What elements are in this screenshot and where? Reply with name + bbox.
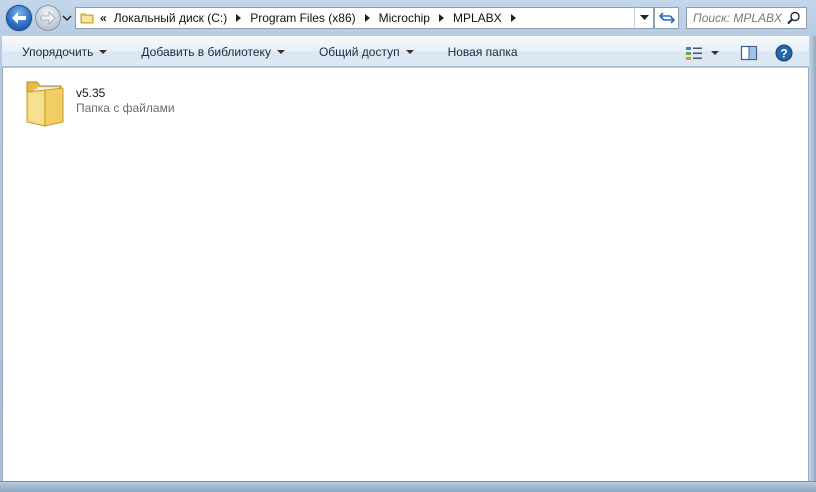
window-right-border	[809, 36, 816, 482]
folder-icon	[80, 13, 94, 24]
breadcrumb-microchip[interactable]: Microchip	[379, 11, 453, 25]
share-button[interactable]: Общий доступ	[299, 37, 428, 66]
breadcrumb-label: Microchip	[378, 11, 430, 25]
preview-pane-icon	[740, 45, 758, 60]
explorer-window: « Локальный диск (C:) Program Files (x86…	[0, 0, 816, 492]
navigation-bar: « Локальный диск (C:) Program Files (x86…	[0, 0, 816, 36]
refresh-button[interactable]	[654, 7, 679, 29]
breadcrumb-arrow-icon[interactable]	[438, 14, 444, 22]
chevron-down-icon	[276, 49, 285, 54]
command-bar: Упорядочить Добавить в библиотеку Общий …	[2, 36, 809, 67]
breadcrumb-overflow[interactable]: «	[100, 11, 107, 25]
chevron-down-icon	[405, 49, 414, 54]
add-to-library-label: Добавить в библиотеку	[141, 44, 271, 59]
breadcrumb-local-disk[interactable]: Локальный диск (C:)	[114, 11, 251, 25]
window-bottom-border	[0, 481, 816, 492]
view-options-icon	[686, 46, 702, 60]
breadcrumb-label: Локальный диск (C:)	[113, 11, 228, 25]
change-view-button[interactable]	[685, 37, 703, 68]
breadcrumb-arrow-icon[interactable]	[364, 14, 370, 22]
view-menu-button[interactable]	[711, 37, 719, 68]
forward-button[interactable]	[35, 5, 61, 31]
share-label: Общий доступ	[318, 44, 400, 59]
new-folder-label: Новая папка	[447, 44, 518, 59]
breadcrumb-label: Program Files (x86)	[250, 11, 356, 25]
back-button[interactable]	[6, 5, 32, 31]
breadcrumb-program-files[interactable]: Program Files (x86)	[250, 11, 378, 25]
folder-name: v5.35	[76, 86, 106, 100]
chevron-down-icon	[99, 49, 108, 54]
help-button[interactable]: ?	[775, 37, 793, 68]
address-bar[interactable]: « Локальный диск (C:) Program Files (x86…	[75, 7, 653, 29]
forward-arrow-icon	[40, 11, 56, 25]
breadcrumb-mplabx[interactable]: MPLABX	[453, 11, 525, 25]
refresh-icon	[658, 12, 675, 24]
help-icon: ?	[775, 44, 793, 61]
folder-type: Папка с файлами	[76, 101, 175, 115]
chevron-down-icon	[639, 15, 649, 20]
folder-item-text: v5.35 Папка с файлами	[76, 86, 175, 132]
add-to-library-button[interactable]: Добавить в библиотеку	[121, 37, 299, 66]
chevron-down-icon	[62, 15, 72, 22]
breadcrumb-arrow-icon[interactable]	[236, 14, 242, 22]
search-box[interactable]	[686, 7, 807, 29]
preview-pane-button[interactable]	[740, 37, 758, 68]
breadcrumb-arrow-icon[interactable]	[510, 14, 516, 22]
search-icon[interactable]	[787, 11, 801, 25]
folder-item[interactable]: v5.35 Папка с файлами	[23, 76, 223, 132]
new-folder-button[interactable]: Новая папка	[428, 37, 532, 66]
file-list[interactable]: v5.35 Папка с файлами	[2, 68, 809, 481]
organize-button[interactable]: Упорядочить	[2, 37, 121, 66]
recent-pages-button[interactable]	[62, 12, 72, 24]
svg-text:?: ?	[780, 46, 787, 60]
organize-label: Упорядочить	[22, 44, 94, 59]
back-arrow-icon	[12, 12, 26, 24]
breadcrumb-label: MPLABX	[452, 11, 502, 25]
address-history-button[interactable]	[634, 7, 654, 29]
folder-icon	[26, 81, 64, 127]
chevron-down-icon	[711, 50, 719, 55]
search-input[interactable]	[693, 11, 785, 25]
